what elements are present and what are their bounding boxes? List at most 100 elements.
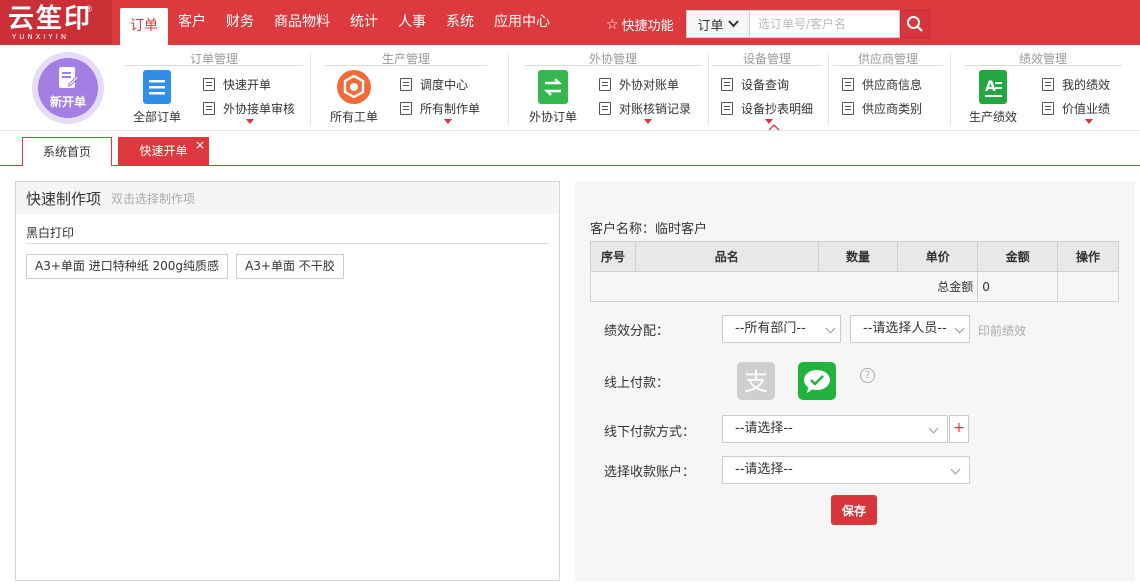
tab-home[interactable]: 系统首页 (22, 137, 112, 166)
exchange-icon (535, 69, 571, 105)
add-payment-method-button[interactable]: + (949, 415, 969, 443)
all-orders-button[interactable]: 全部订单 (125, 69, 189, 125)
nav-item-finance[interactable]: 财务 (216, 0, 264, 45)
alipay-icon[interactable]: 支 (737, 362, 775, 400)
expand-arrow-icon[interactable] (644, 119, 652, 124)
person-select[interactable]: --请选择人员-- (850, 315, 970, 343)
outsource-statement-button[interactable]: 外协对账单 (599, 76, 679, 93)
logo-subtitle: YUNXIYIN (12, 33, 70, 41)
nav-item-app-center[interactable]: 应用中心 (484, 0, 560, 45)
document-icon (203, 102, 215, 115)
col-quantity: 数量 (817, 241, 899, 272)
panel-header: 快速制作项 双击选择制作项 (16, 182, 559, 214)
search-type-label: 订单 (697, 18, 724, 34)
nav-item-hr[interactable]: 人事 (388, 0, 436, 45)
document-icon (1042, 102, 1054, 115)
performance-icon: A (975, 69, 1011, 105)
search-input[interactable] (750, 10, 900, 38)
chevron-down-icon (954, 323, 965, 334)
document-icon (842, 102, 854, 115)
col-unit-price: 单价 (897, 241, 979, 272)
expand-arrow-icon[interactable] (246, 119, 254, 124)
nav-item-system[interactable]: 系统 (436, 0, 484, 45)
logo[interactable]: 云笙印 ® YUNXIYIN (0, 0, 112, 45)
make-item-list: A3+单面 进口特种纸 200g纯质感 A3+单面 不干胶 (26, 254, 559, 279)
all-make-orders-button[interactable]: 所有制作单 (400, 100, 480, 117)
meter-reading-detail-button[interactable]: 设备抄表明细 (721, 100, 813, 117)
new-order-label: 新开单 (49, 95, 86, 109)
outsource-review-button[interactable]: 外协接单审核 (203, 100, 295, 117)
all-workorders-button[interactable]: 所有工单 (322, 69, 386, 125)
group-order-management: 订单管理 全部订单 快速开单 外协接单审核 (125, 45, 303, 131)
panel-hint: 双击选择制作项 (111, 191, 196, 206)
new-order-button[interactable]: 新开单 (32, 52, 104, 124)
production-performance-button[interactable]: A 生产绩效 (961, 69, 1025, 125)
value-performance-button[interactable]: 价值业绩 (1042, 100, 1110, 117)
supplier-info-button[interactable]: 供应商信息 (842, 76, 922, 93)
order-panel: 客户名称：临时客户 序号 品名 数量 单价 金额 操作 总金额 0 绩效分配： … (575, 181, 1135, 581)
dispatch-center-button[interactable]: 调度中心 (400, 76, 468, 93)
document-icon (842, 78, 854, 91)
workorder-icon (336, 69, 372, 105)
document-icon (203, 78, 215, 91)
save-button[interactable]: 保存 (831, 495, 877, 525)
tab-quick-order[interactable]: 快速开单 × (118, 137, 209, 166)
chevron-down-icon (950, 464, 961, 475)
total-amount-value: 0 (977, 271, 1059, 302)
receiving-account-label: 选择收款账户： (604, 465, 696, 480)
outsource-orders-button[interactable]: 外协订单 (521, 69, 585, 125)
group-production-management: 生产管理 所有工单 调度中心 所有制作单 (325, 45, 487, 131)
col-index: 序号 (590, 241, 636, 272)
document-icon (599, 102, 611, 115)
receiving-account-select[interactable]: --请选择-- (722, 456, 970, 484)
table-total-row: 总金额 0 (589, 271, 1119, 302)
ribbon-toolbar: 新开单 订单管理 全部订单 快速开单 外协接单审核 生产管理 所有工单 调度中心… (0, 45, 1140, 131)
search-icon (907, 16, 923, 32)
equipment-query-button[interactable]: 设备查询 (721, 76, 789, 93)
wechat-pay-icon[interactable] (798, 362, 836, 400)
close-icon[interactable]: × (195, 131, 205, 159)
document-icon (1042, 78, 1054, 91)
all-orders-label: 全部订单 (132, 110, 181, 124)
document-icon (721, 78, 733, 91)
my-performance-button[interactable]: 我的绩效 (1042, 76, 1110, 93)
search-button[interactable] (900, 10, 930, 38)
chevron-down-icon (928, 423, 939, 434)
search-type-select[interactable]: 订单 (686, 10, 750, 38)
nav-item-customer[interactable]: 客户 (168, 0, 216, 45)
nav-item-order[interactable]: 订单 (120, 8, 168, 45)
nav-item-statistics[interactable]: 统计 (340, 0, 388, 45)
tab-bar: 系统首页 快速开单 × (0, 131, 1140, 166)
section-bw-print: 黑白打印 (26, 224, 549, 244)
make-item-chip[interactable]: A3+单面 不干胶 (236, 254, 344, 279)
all-workorders-label: 所有工单 (329, 110, 378, 124)
group-performance-management: 绩效管理 A 生产绩效 我的绩效 价值业绩 (964, 45, 1122, 131)
search-bar: 订单 (686, 10, 930, 38)
reconcile-record-button[interactable]: 对账核销记录 (599, 100, 691, 117)
document-list-icon (139, 69, 175, 105)
prepress-performance-link[interactable]: 印前绩效 (978, 322, 1026, 339)
col-action: 操作 (1057, 241, 1119, 272)
quick-make-panel: 快速制作项 双击选择制作项 黑白打印 A3+单面 进口特种纸 200g纯质感 A… (15, 181, 560, 581)
nav-item-goods-material[interactable]: 商品物料 (264, 0, 340, 45)
quick-order-button[interactable]: 快速开单 (203, 76, 271, 93)
supplier-category-button[interactable]: 供应商类别 (842, 100, 922, 117)
document-icon (400, 102, 412, 115)
main-nav: 订单 客户 财务 商品物料 统计 人事 系统 应用中心 (120, 0, 560, 45)
expand-arrow-icon[interactable] (1085, 119, 1093, 124)
order-items-table: 序号 品名 数量 单价 金额 操作 总金额 0 (589, 241, 1119, 302)
panel-title: 快速制作项 (26, 189, 102, 208)
offline-payment-label: 线下付款方式： (604, 425, 696, 440)
make-item-chip[interactable]: A3+单面 进口特种纸 200g纯质感 (26, 254, 229, 279)
expand-arrow-icon[interactable] (444, 119, 452, 124)
department-select[interactable]: --所有部门-- (722, 315, 841, 343)
tab-quick-order-label: 快速开单 (139, 144, 188, 158)
offline-payment-select[interactable]: --请选择-- (722, 415, 948, 443)
performance-allocation-label: 绩效分配： (604, 324, 670, 339)
help-icon[interactable]: ? (860, 368, 875, 383)
quick-functions[interactable]: ☆ 快捷功能 (606, 15, 674, 35)
customer-name: 客户名称：临时客户 (590, 222, 708, 237)
top-bar: 云笙印 ® YUNXIYIN 订单 客户 财务 商品物料 统计 人事 系统 应用… (0, 0, 1140, 45)
edit-document-icon (59, 67, 79, 88)
outsource-orders-label: 外协订单 (528, 110, 577, 124)
